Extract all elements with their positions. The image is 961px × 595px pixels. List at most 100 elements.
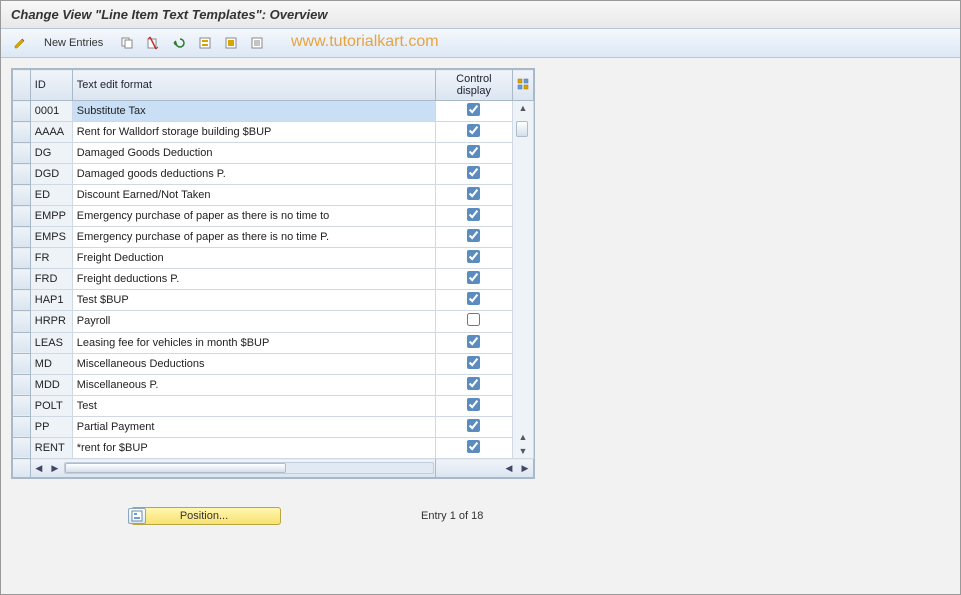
position-button[interactable]: Position... <box>131 507 281 525</box>
text-edit-format-cell[interactable]: Leasing fee for vehicles in month $BUP <box>72 332 435 353</box>
id-cell[interactable]: HAP1 <box>30 290 72 311</box>
hscroll2-right-arrow[interactable]: ▶ <box>517 463 533 474</box>
row-selector[interactable] <box>13 311 31 332</box>
hscroll2-left-arrow[interactable]: ◀ <box>501 463 517 474</box>
id-cell[interactable]: EMPS <box>30 227 72 248</box>
text-edit-format-cell[interactable]: Miscellaneous P. <box>72 374 435 395</box>
text-edit-format-cell[interactable]: Discount Earned/Not Taken <box>72 185 435 206</box>
control-display-checkbox[interactable] <box>467 229 480 242</box>
deselect-all-icon[interactable] <box>246 33 268 53</box>
table-row: MDDMiscellaneous P. <box>13 374 534 395</box>
text-edit-format-cell[interactable]: Damaged Goods Deduction <box>72 143 435 164</box>
table-row: LEASLeasing fee for vehicles in month $B… <box>13 332 534 353</box>
id-cell[interactable]: FR <box>30 248 72 269</box>
control-display-checkbox[interactable] <box>467 356 480 369</box>
row-selector[interactable] <box>13 143 31 164</box>
text-edit-format-cell[interactable]: Freight deductions P. <box>72 269 435 290</box>
vscroll-down-arrow[interactable]: ▼ <box>516 444 530 458</box>
text-edit-format-cell[interactable]: Emergency purchase of paper as there is … <box>72 227 435 248</box>
text-edit-format-cell[interactable]: Damaged goods deductions P. <box>72 164 435 185</box>
control-display-checkbox[interactable] <box>467 103 480 116</box>
text-edit-format-cell[interactable]: Miscellaneous Deductions <box>72 353 435 374</box>
id-cell[interactable]: EMPP <box>30 206 72 227</box>
row-selector[interactable] <box>13 332 31 353</box>
hscroll-track-left[interactable] <box>64 462 434 474</box>
page-title: Change View "Line Item Text Templates": … <box>11 7 950 22</box>
control-display-checkbox[interactable] <box>467 250 480 263</box>
id-cell[interactable]: DG <box>30 143 72 164</box>
row-selector[interactable] <box>13 206 31 227</box>
text-edit-format-cell[interactable]: Emergency purchase of paper as there is … <box>72 206 435 227</box>
vscroll-thumb[interactable] <box>516 121 528 137</box>
control-display-checkbox[interactable] <box>467 208 480 221</box>
control-display-checkbox[interactable] <box>467 419 480 432</box>
row-selector[interactable] <box>13 395 31 416</box>
control-display-checkbox[interactable] <box>467 292 480 305</box>
column-header-text[interactable]: Text edit format <box>72 70 435 101</box>
id-cell[interactable]: AAAA <box>30 122 72 143</box>
id-cell[interactable]: FRD <box>30 269 72 290</box>
row-selector-header[interactable] <box>13 70 31 101</box>
control-display-checkbox[interactable] <box>467 398 480 411</box>
control-display-checkbox[interactable] <box>467 166 480 179</box>
text-edit-format-cell[interactable]: Partial Payment <box>72 416 435 437</box>
select-block-icon[interactable] <box>220 33 242 53</box>
text-edit-format-cell[interactable]: Test $BUP <box>72 290 435 311</box>
row-selector[interactable] <box>13 437 31 458</box>
id-cell[interactable]: DGD <box>30 164 72 185</box>
column-header-control[interactable]: Control display <box>435 70 512 101</box>
control-display-checkbox[interactable] <box>467 377 480 390</box>
row-selector[interactable] <box>13 185 31 206</box>
row-selector[interactable] <box>13 164 31 185</box>
text-edit-format-cell[interactable]: Substitute Tax <box>72 101 435 122</box>
row-selector[interactable] <box>13 101 31 122</box>
row-selector[interactable] <box>13 416 31 437</box>
text-edit-format-cell[interactable]: Payroll <box>72 311 435 332</box>
control-display-checkbox[interactable] <box>467 335 480 348</box>
id-cell[interactable]: ED <box>30 185 72 206</box>
row-selector[interactable] <box>13 248 31 269</box>
hscroll-thumb-left[interactable] <box>65 463 286 473</box>
text-edit-format-cell[interactable]: Freight Deduction <box>72 248 435 269</box>
toggle-display-change-icon[interactable] <box>9 33 31 53</box>
new-entries-button[interactable]: New Entries <box>35 33 112 53</box>
undo-icon[interactable] <box>168 33 190 53</box>
copy-icon[interactable] <box>116 33 138 53</box>
id-cell[interactable]: RENT <box>30 437 72 458</box>
id-cell[interactable]: LEAS <box>30 332 72 353</box>
id-cell[interactable]: POLT <box>30 395 72 416</box>
control-display-checkbox[interactable] <box>467 313 480 326</box>
column-header-id[interactable]: ID <box>30 70 72 101</box>
control-display-checkbox[interactable] <box>467 145 480 158</box>
text-edit-format-cell[interactable]: Rent for Walldorf storage building $BUP <box>72 122 435 143</box>
row-selector[interactable] <box>13 122 31 143</box>
hscroll-right-arrow[interactable]: ▶ <box>47 463 63 474</box>
vscroll-up-arrow[interactable]: ▲ <box>516 101 530 115</box>
table-row: RENT*rent for $BUP <box>13 437 534 458</box>
text-edit-format-cell[interactable]: Test <box>72 395 435 416</box>
id-cell[interactable]: MDD <box>30 374 72 395</box>
control-display-checkbox[interactable] <box>467 271 480 284</box>
table-row: EMPSEmergency purchase of paper as there… <box>13 227 534 248</box>
id-cell[interactable]: MD <box>30 353 72 374</box>
select-all-icon[interactable] <box>194 33 216 53</box>
control-display-checkbox[interactable] <box>467 440 480 453</box>
vscroll-page-up-arrow[interactable]: ▲ <box>516 430 530 444</box>
row-selector[interactable] <box>13 269 31 290</box>
hscroll-left-arrow[interactable]: ◀ <box>31 463 47 474</box>
row-selector[interactable] <box>13 290 31 311</box>
text-edit-format-cell[interactable]: *rent for $BUP <box>72 437 435 458</box>
toolbar: New Entries www.tutorialkart.com <box>1 29 960 58</box>
control-display-cell <box>435 269 512 290</box>
id-cell[interactable]: PP <box>30 416 72 437</box>
control-display-checkbox[interactable] <box>467 187 480 200</box>
row-selector[interactable] <box>13 227 31 248</box>
row-selector[interactable] <box>13 353 31 374</box>
table-settings-button[interactable] <box>512 70 533 101</box>
control-display-checkbox[interactable] <box>467 124 480 137</box>
control-display-cell <box>435 122 512 143</box>
delete-icon[interactable] <box>142 33 164 53</box>
id-cell[interactable]: 0001 <box>30 101 72 122</box>
id-cell[interactable]: HRPR <box>30 311 72 332</box>
row-selector[interactable] <box>13 374 31 395</box>
